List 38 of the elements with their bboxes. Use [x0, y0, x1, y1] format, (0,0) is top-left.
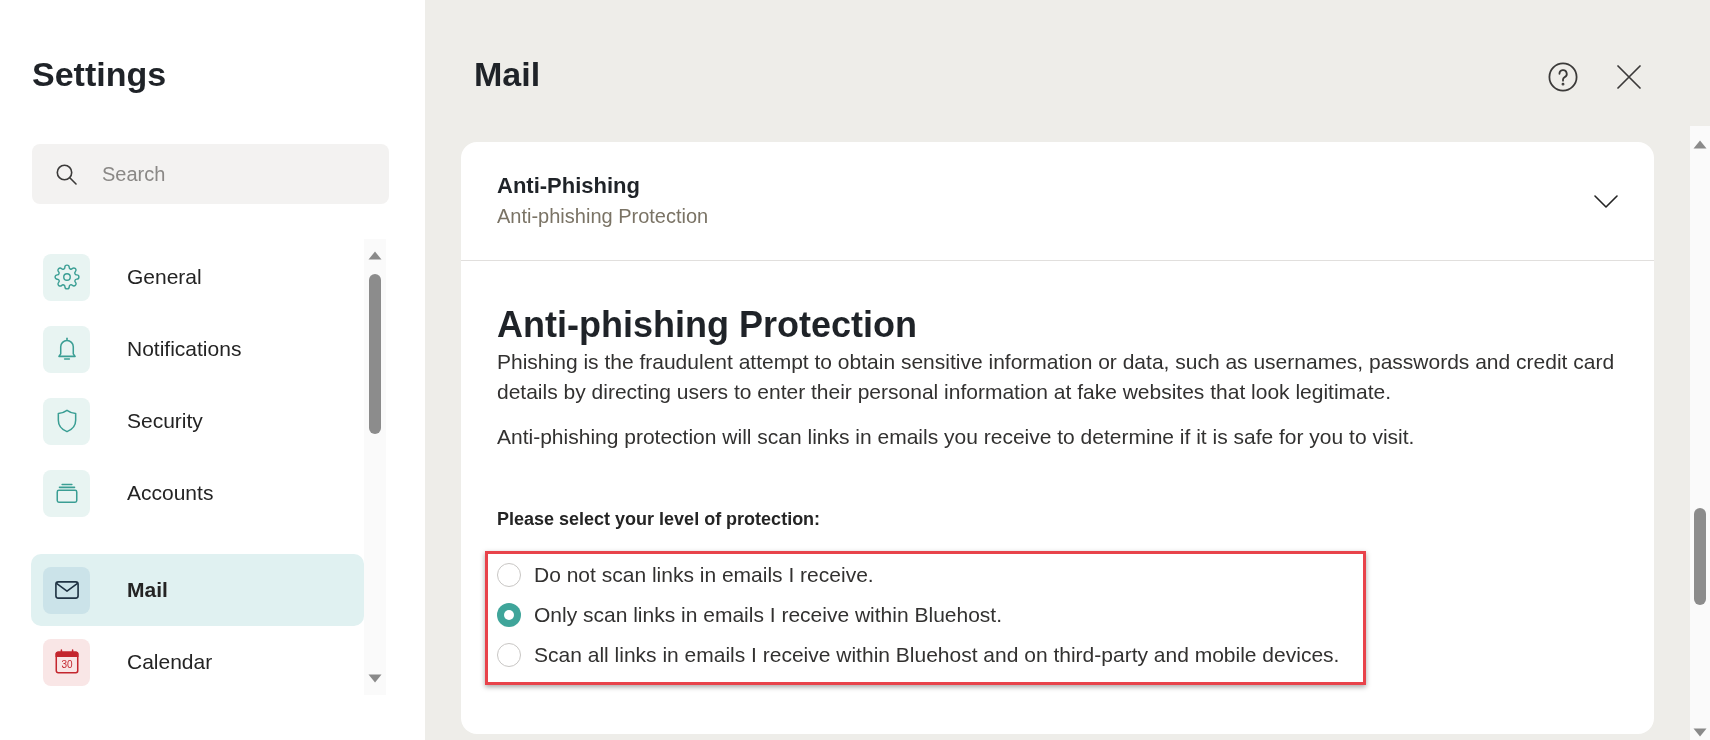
- scroll-down-arrow-icon[interactable]: [368, 674, 382, 683]
- gear-icon: [43, 253, 90, 301]
- section-title: Anti-Phishing: [497, 172, 640, 200]
- scroll-up-arrow-icon[interactable]: [1693, 140, 1707, 149]
- bell-icon: [43, 325, 90, 373]
- envelope-icon: [43, 566, 90, 614]
- search-field[interactable]: Search: [32, 144, 389, 204]
- shield-icon: [43, 397, 90, 445]
- stacked-cards-icon: [43, 469, 90, 517]
- nav-item[interactable]: Mail: [31, 554, 364, 626]
- section-header[interactable]: Anti-Phishing Anti-phishing Protection: [461, 142, 1654, 261]
- nav-item[interactable]: Accounts: [31, 457, 364, 529]
- search-icon: [56, 164, 77, 185]
- nav-item[interactable]: General: [31, 241, 364, 313]
- radio-button[interactable]: [497, 563, 521, 587]
- description-text: Phishing is the fraudulent attempt to obtain sensitive information or data, such as usernames, passwords and credit card details by directing users to enter their personal information at fake websites that look legitimate.: [497, 349, 1616, 405]
- calendar-icon: 30: [43, 638, 90, 686]
- nav-item[interactable]: Notifications: [31, 313, 364, 385]
- option-label[interactable]: Do not scan links in emails I receive.: [534, 562, 874, 588]
- close-icon[interactable]: [1617, 65, 1641, 89]
- prompt-label: Please select your level of protection:: [497, 508, 821, 531]
- radio-button[interactable]: [497, 643, 521, 667]
- scrollbar-thumb[interactable]: [369, 274, 381, 434]
- nav-item[interactable]: Security: [31, 385, 364, 457]
- radio-button[interactable]: [497, 603, 521, 627]
- option-label[interactable]: Only scan links in emails I receive within Bluehost.: [534, 602, 1003, 628]
- nav-item[interactable]: 30 Calendar: [31, 626, 364, 698]
- sidebar-title: Settings: [32, 54, 167, 94]
- help-icon[interactable]: [1548, 62, 1578, 92]
- scroll-down-arrow-icon[interactable]: [1693, 728, 1707, 737]
- chevron-down-icon[interactable]: [1594, 194, 1618, 208]
- scroll-up-arrow-icon[interactable]: [368, 251, 382, 260]
- description-text: Anti-phishing protection will scan links in emails you receive to determine if it is safe for you to visit.: [497, 424, 1416, 450]
- scrollbar-thumb[interactable]: [1694, 508, 1706, 605]
- section-heading: Anti-phishing Protection: [497, 303, 917, 347]
- section-subtitle: Anti-phishing Protection: [497, 204, 709, 229]
- page-title: Mail: [474, 54, 541, 94]
- option-label[interactable]: Scan all links in emails I receive within Bluehost and on third-party and mobile devices.: [534, 642, 1340, 668]
